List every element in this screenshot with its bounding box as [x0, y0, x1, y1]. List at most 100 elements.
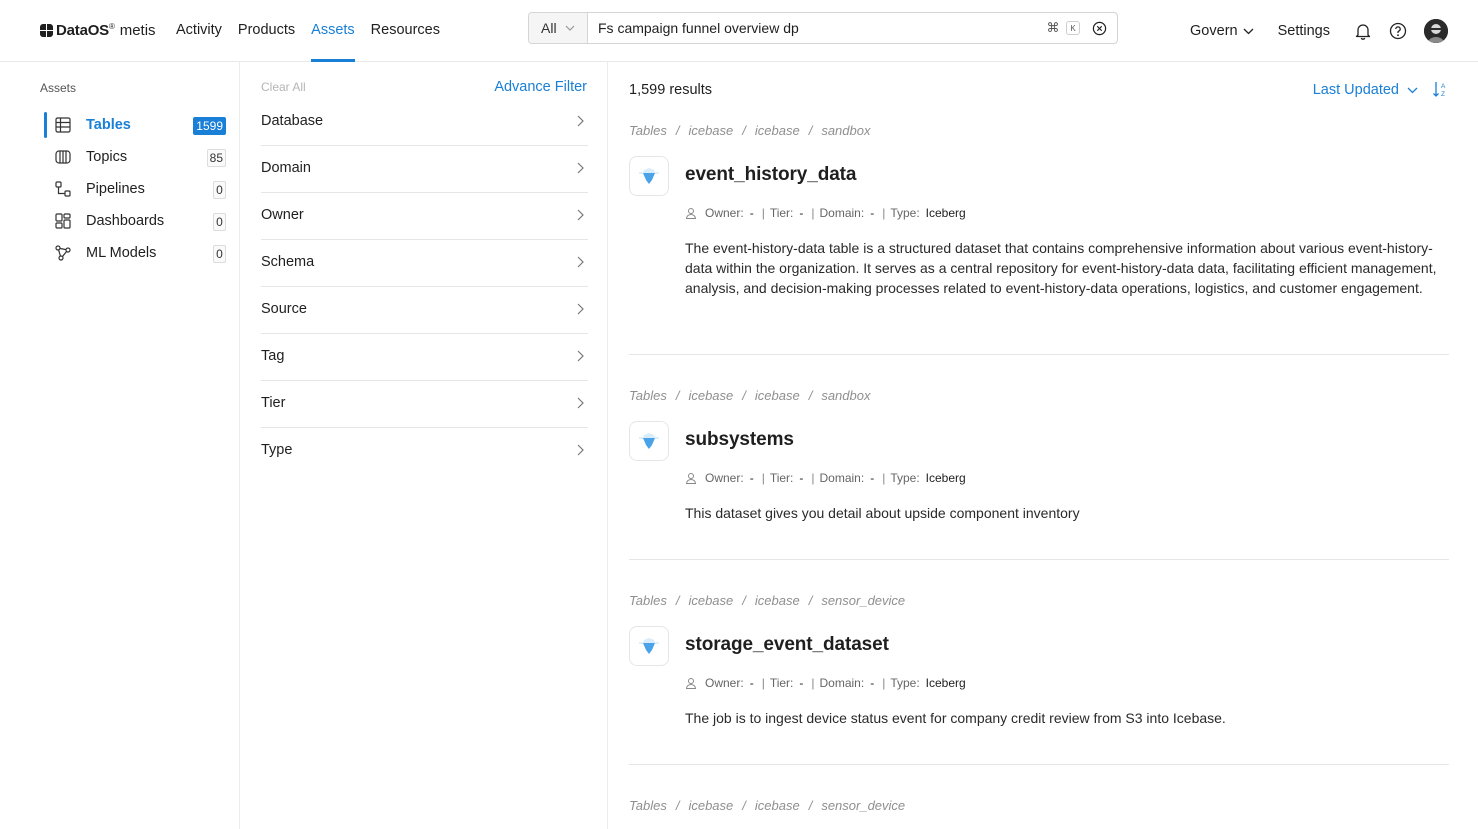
breadcrumb-item[interactable]: Tables	[629, 123, 667, 138]
search-scope-select[interactable]: All	[529, 13, 588, 43]
nav-products[interactable]: Products	[238, 0, 295, 62]
owner-value: -	[749, 676, 754, 690]
pipeline-icon	[55, 181, 71, 197]
breadcrumb-item[interactable]: icebase	[755, 593, 800, 608]
result-card[interactable]: Tables / icebase / icebase / sensor_device	[629, 798, 1449, 829]
asset-description: The event-history-data table is a struct…	[685, 240, 1437, 296]
sidebar-item-ml-models[interactable]: ML Models 0	[44, 240, 226, 266]
breadcrumb-item[interactable]: icebase	[688, 798, 733, 813]
asset-description: The job is to ingest device status event…	[685, 710, 1226, 726]
domain-value: -	[870, 471, 875, 485]
chevron-right-icon	[577, 209, 584, 221]
help-icon[interactable]	[1389, 22, 1407, 40]
filter-tag[interactable]: Tag	[261, 334, 588, 381]
sidebar-item-label: Tables	[86, 117, 131, 133]
search-input[interactable]: Fs campaign funnel overview dp	[588, 20, 1046, 36]
tier-value: -	[799, 471, 804, 485]
user-icon	[685, 473, 697, 484]
nav-resources[interactable]: Resources	[371, 0, 440, 62]
breadcrumb-item[interactable]: Tables	[629, 388, 667, 403]
chevron-down-icon	[1243, 28, 1254, 34]
govern-menu[interactable]: Govern	[1190, 23, 1254, 39]
govern-label: Govern	[1190, 23, 1238, 39]
owner-label: Owner:	[705, 676, 744, 690]
sidebar-item-label: Topics	[86, 149, 128, 165]
sort-label: Last Updated	[1312, 82, 1399, 98]
breadcrumb-item[interactable]: sandbox	[821, 388, 870, 403]
result-card[interactable]: Tables / icebase / icebase / sandbox subsystem…	[629, 388, 1449, 560]
clear-search-icon[interactable]	[1092, 21, 1107, 36]
dataos-logo-icon	[40, 23, 53, 37]
asset-name-link[interactable]: storage_event_dataset	[685, 634, 889, 656]
result-card[interactable]: Tables / icebase / icebase / sandbox event_his…	[629, 123, 1449, 355]
count-badge: 0	[213, 181, 226, 199]
filter-source[interactable]: Source	[261, 287, 588, 334]
filter-domain[interactable]: Domain	[261, 146, 588, 193]
results-count: 1,599 results	[629, 82, 713, 98]
owner-value: -	[749, 206, 754, 220]
sort-direction-icon[interactable]: AZ	[1432, 80, 1448, 98]
breadcrumb-item[interactable]: icebase	[755, 123, 800, 138]
iceberg-icon	[629, 626, 669, 666]
main-nav: Activity Products Assets Resources	[176, 0, 456, 62]
breadcrumb-item[interactable]: sensor_device	[821, 798, 905, 813]
table-icon	[55, 117, 71, 133]
asset-name-link[interactable]: subsystems	[685, 429, 794, 451]
breadcrumb: Tables / icebase / icebase / sensor_device	[629, 798, 906, 813]
breadcrumb-item[interactable]: Tables	[629, 798, 667, 813]
breadcrumb-item[interactable]: icebase	[755, 798, 800, 813]
settings-link[interactable]: Settings	[1278, 23, 1330, 39]
nav-assets[interactable]: Assets	[311, 0, 355, 62]
filter-label: Source	[261, 301, 307, 317]
sidebar-item-dashboards[interactable]: Dashboards 0	[44, 208, 226, 234]
topic-icon	[55, 150, 71, 164]
nav-activity[interactable]: Activity	[176, 0, 222, 62]
user-icon	[685, 208, 697, 219]
asset-name-link[interactable]: event_history_data	[685, 164, 856, 186]
sidebar-item-tables[interactable]: Tables 1599	[44, 112, 226, 138]
filter-schema[interactable]: Schema	[261, 240, 588, 287]
svg-text:A: A	[1441, 83, 1446, 90]
filter-type[interactable]: Type	[261, 428, 588, 475]
chevron-right-icon	[577, 303, 584, 315]
breadcrumb-item[interactable]: sensor_device	[821, 593, 905, 608]
asset-meta: Owner: - | Tier: - | Domain: - | Type: Iceberg	[685, 206, 966, 220]
clear-all-button[interactable]: Clear All	[261, 80, 306, 94]
sidebar-item-label: Dashboards	[86, 213, 165, 229]
ml-model-icon	[55, 245, 71, 261]
result-card[interactable]: Tables / icebase / icebase / sensor_device sto…	[629, 593, 1449, 765]
breadcrumb-item[interactable]: sandbox	[821, 123, 870, 138]
filter-label: Database	[261, 113, 324, 129]
filter-database[interactable]: Database	[261, 99, 588, 146]
asset-description: This dataset gives you detail about upsi…	[685, 505, 1080, 521]
header-actions: Govern Settings	[1190, 16, 1448, 46]
breadcrumb-item[interactable]: Tables	[629, 593, 667, 608]
global-search: All Fs campaign funnel overview dp ⌘ K	[528, 12, 1118, 44]
type-value: Iceberg	[925, 206, 966, 220]
sort-dropdown[interactable]: Last Updated	[1313, 82, 1418, 98]
sidebar-item-topics[interactable]: Topics 85	[44, 144, 226, 170]
breadcrumb-item[interactable]: icebase	[688, 123, 733, 138]
asset-type-sidebar: Assets Tables 1599 Topics 85 Pipelines 0…	[0, 62, 240, 829]
filter-owner[interactable]: Owner	[261, 193, 588, 240]
filter-panel: Clear All Advance Filter Database Domain…	[241, 62, 608, 829]
breadcrumb-item[interactable]: icebase	[688, 388, 733, 403]
breadcrumb-item[interactable]: icebase	[755, 388, 800, 403]
breadcrumb-item[interactable]: icebase	[688, 593, 733, 608]
breadcrumb: Tables / icebase / icebase / sensor_device	[629, 593, 906, 608]
asset-meta: Owner: - | Tier: - | Domain: - | Type: Iceberg	[685, 471, 966, 485]
chevron-right-icon	[577, 444, 584, 456]
type-label: Type:	[890, 206, 920, 220]
sidebar-item-pipelines[interactable]: Pipelines 0	[44, 176, 226, 202]
owner-label: Owner:	[705, 471, 744, 485]
bell-icon[interactable]	[1354, 22, 1372, 40]
top-header: DataOS® metis Activity Products Assets R…	[0, 0, 1478, 62]
brand-name: DataOS®	[56, 21, 115, 39]
user-avatar[interactable]	[1424, 19, 1448, 43]
type-value: Iceberg	[925, 471, 966, 485]
dataos-logo[interactable]: DataOS® metis	[40, 20, 156, 40]
filter-tier[interactable]: Tier	[261, 381, 588, 428]
advance-filter-button[interactable]: Advance Filter	[494, 79, 587, 95]
domain-label: Domain:	[819, 471, 865, 485]
avatar-image-icon	[1424, 19, 1448, 43]
